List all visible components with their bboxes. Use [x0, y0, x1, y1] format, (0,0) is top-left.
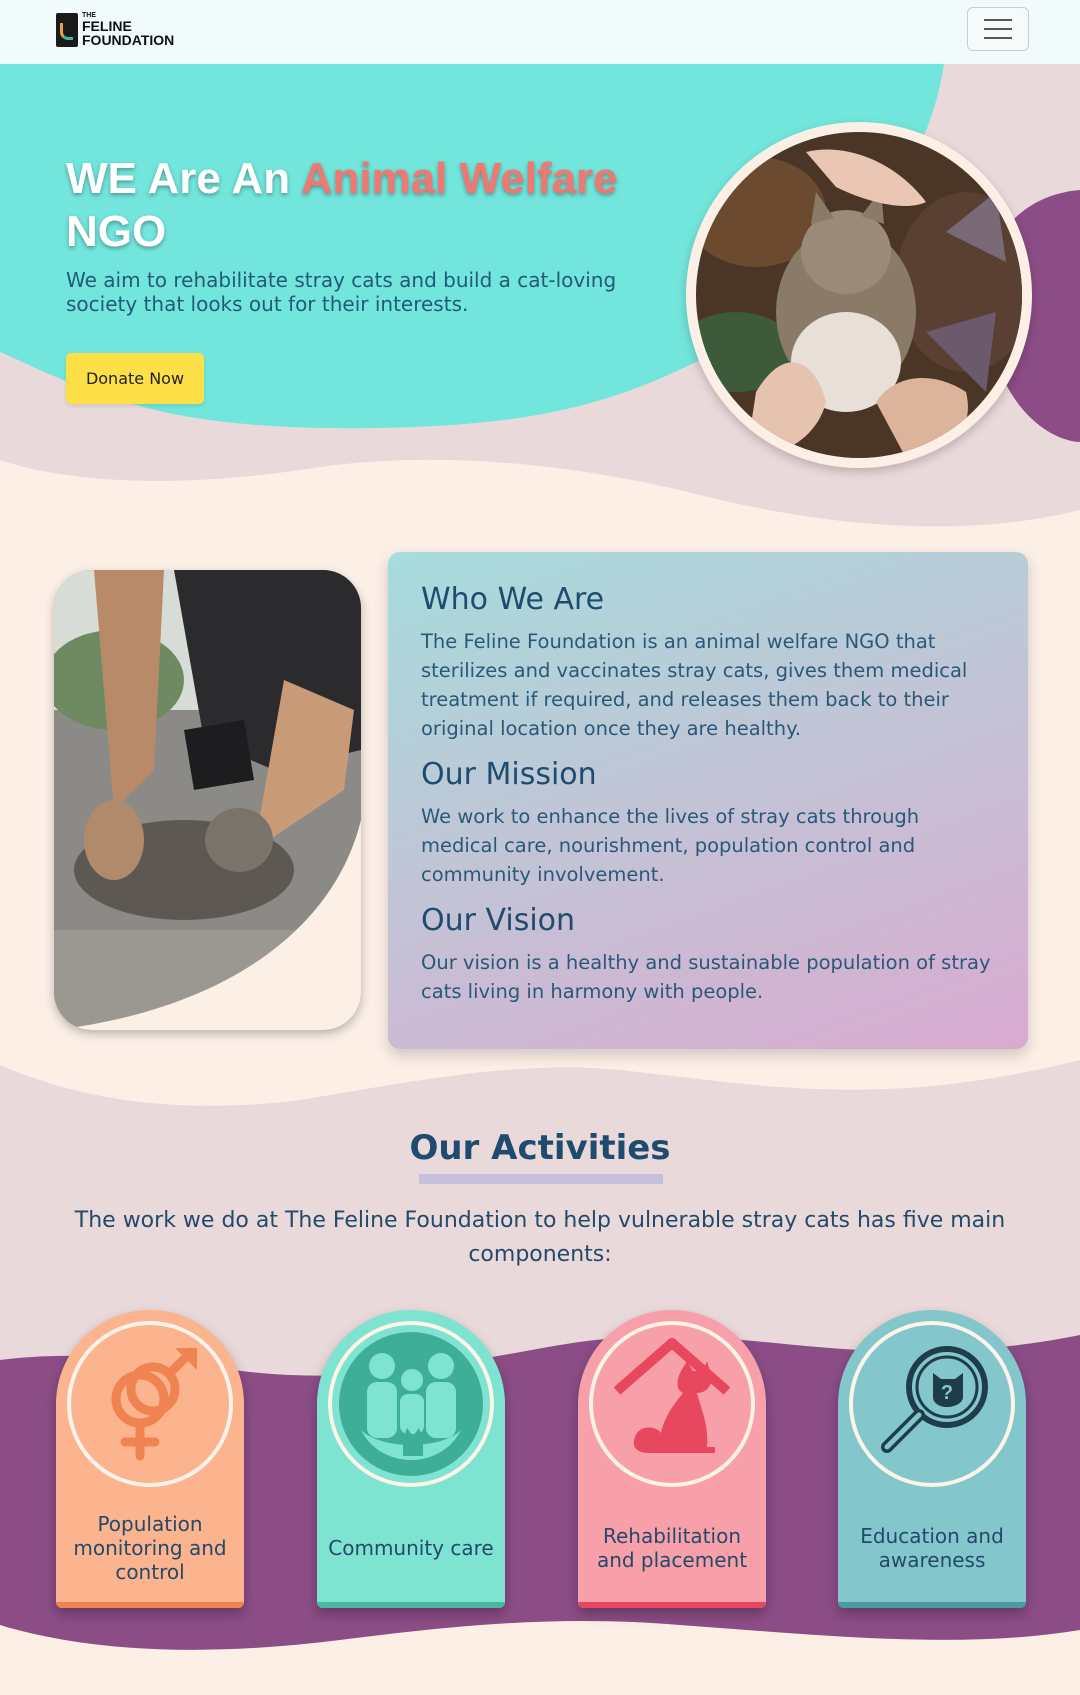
cat-logo-icon — [56, 12, 78, 47]
family-cat-icon — [339, 1332, 483, 1476]
activity-label: Rehabilitation and placement — [596, 1524, 748, 1572]
logo-wordmark: THE FELINE FOUNDATION — [82, 12, 174, 47]
magnifier-question-icon: ? — [881, 1346, 988, 1453]
activity-card-community[interactable]: Community care — [317, 1310, 505, 1608]
activities-underline — [419, 1174, 663, 1184]
hero-subtitle: We aim to rehabilitate stray cats and bu… — [66, 268, 617, 316]
who-we-are-heading: Who We Are — [421, 582, 605, 617]
hero-cat-photo — [686, 122, 1032, 468]
who-we-are-text: The Feline Foundation is an animal welfa… — [421, 630, 968, 740]
activity-card-education[interactable]: ? Education and awareness — [838, 1310, 1026, 1608]
donate-button[interactable]: Donate Now — [66, 353, 204, 404]
activity-label: Community care — [328, 1536, 494, 1560]
hero-title-suffix: NGO — [66, 207, 167, 256]
gender-symbols-icon — [111, 1347, 197, 1461]
activity-label: Education and awareness — [860, 1524, 1004, 1572]
mission-heading: Our Mission — [421, 757, 597, 792]
hamburger-icon — [984, 19, 1012, 21]
hero-title: WE Are An Animal Welfare NGO — [66, 152, 666, 258]
logo-foundation: FOUNDATION — [82, 32, 175, 48]
activity-card-population[interactable]: Population monitoring and control — [56, 1310, 244, 1608]
logo-feline: FELINE — [82, 18, 132, 34]
about-card: Who We Are The Feline Foundation is an a… — [388, 552, 1028, 1049]
vision-text: Our vision is a healthy and sustainable … — [421, 951, 991, 1003]
activity-label: Population monitoring and control — [73, 1512, 227, 1584]
hero-title-highlight: Animal Welfare — [300, 154, 618, 203]
vision-heading: Our Vision — [421, 903, 576, 938]
activities-heading: Our Activities — [409, 1128, 671, 1168]
activities-subtitle: The work we do at The Feline Foundation … — [74, 1208, 1006, 1267]
svg-text:?: ? — [941, 1382, 953, 1404]
hero-title-prefix: WE Are An — [66, 154, 301, 203]
menu-toggle-button[interactable] — [967, 7, 1029, 51]
mission-text: We work to enhance the lives of stray ca… — [421, 805, 920, 886]
site-logo[interactable]: THE FELINE FOUNDATION — [56, 12, 174, 47]
navbar: THE FELINE FOUNDATION — [0, 0, 1080, 64]
cat-house-icon — [613, 1338, 731, 1453]
volunteer-cat-photo — [54, 570, 361, 1030]
activity-card-rehabilitation[interactable]: Rehabilitation and placement — [578, 1310, 766, 1608]
